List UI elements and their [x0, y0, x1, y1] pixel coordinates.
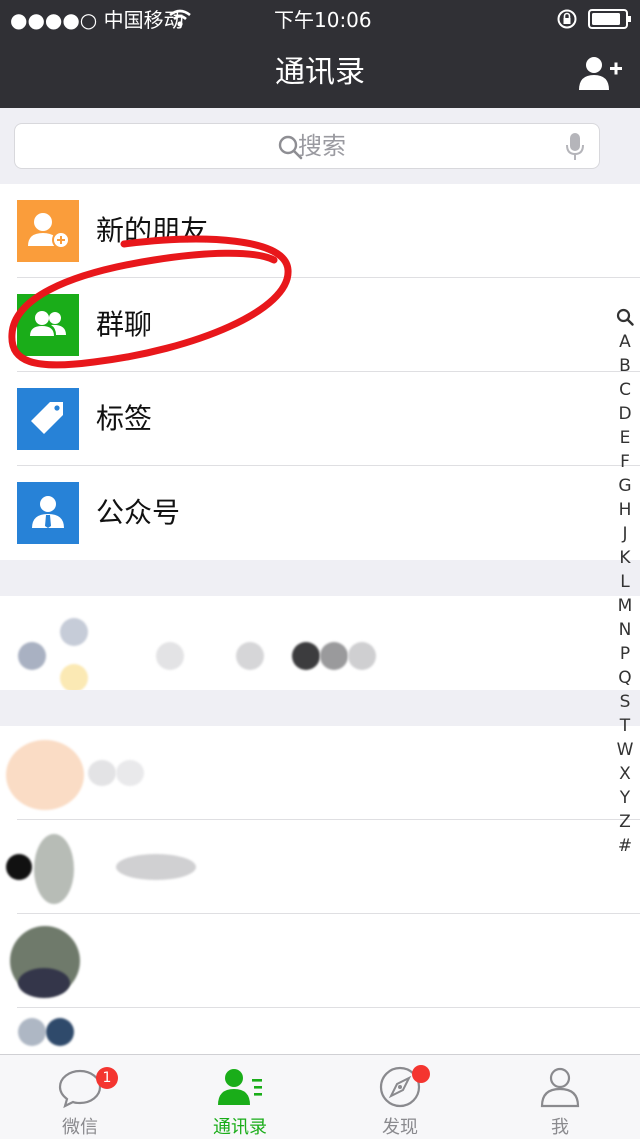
me-icon	[540, 1067, 580, 1108]
index-letter[interactable]: J	[612, 522, 638, 546]
index-letter[interactable]: L	[612, 570, 638, 594]
new-dot-badge	[412, 1065, 430, 1083]
index-letter[interactable]: X	[612, 762, 638, 786]
contact-row[interactable]	[0, 820, 640, 914]
index-letter[interactable]: C	[612, 378, 638, 402]
pixelated-avatar	[60, 618, 88, 646]
pixelated-name	[236, 642, 264, 670]
pixelated-avatar	[46, 1018, 74, 1046]
pixelated-avatar	[18, 1018, 46, 1046]
contact-row[interactable]	[0, 726, 640, 820]
add-contact-button[interactable]	[576, 54, 624, 94]
index-letter[interactable]: G	[612, 474, 638, 498]
official-accounts-row[interactable]: 公众号	[0, 466, 640, 560]
rotation-lock-icon	[557, 9, 577, 29]
index-letter[interactable]: N	[612, 618, 638, 642]
carrier-label: ●●●●○ 中国移动	[10, 8, 184, 32]
tab-contacts[interactable]: 通讯录	[160, 1055, 320, 1139]
add-friend-icon	[17, 200, 79, 262]
pixelated-name	[292, 642, 320, 670]
index-letter[interactable]: K	[612, 546, 638, 570]
contact-row[interactable]	[0, 1008, 640, 1054]
index-letter[interactable]: S	[612, 690, 638, 714]
pixelated-avatar	[18, 968, 70, 998]
clock: 下午10:06	[274, 8, 372, 32]
index-letter[interactable]: M	[612, 594, 638, 618]
tab-discover[interactable]: 发现	[320, 1055, 480, 1139]
battery-icon	[588, 9, 631, 29]
index-letter[interactable]: P	[612, 642, 638, 666]
function-list: 新的朋友 群聊 标签 公众号	[0, 184, 640, 560]
index-letter[interactable]: D	[612, 402, 638, 426]
contact-row[interactable]	[0, 596, 640, 692]
index-letter[interactable]: H	[612, 498, 638, 522]
tab-contacts-label: 通讯录	[213, 1117, 267, 1138]
index-letter[interactable]: Y	[612, 786, 638, 810]
official-account-icon	[17, 482, 79, 544]
pixelated-avatar	[6, 740, 84, 810]
pixelated-avatar	[60, 664, 88, 692]
pixelated-name	[88, 760, 116, 786]
nav-bar: 通讯录	[0, 40, 640, 108]
contact-row[interactable]	[0, 914, 640, 1008]
group-chat-row[interactable]: 群聊	[0, 278, 640, 372]
index-letter[interactable]: Q	[612, 666, 638, 690]
pixelated-name	[320, 642, 348, 670]
search-placeholder: 搜索	[298, 132, 346, 160]
index-search-icon[interactable]	[616, 308, 634, 326]
contacts-icon	[218, 1069, 262, 1105]
tab-chats-label: 微信	[62, 1117, 98, 1138]
section-header	[0, 690, 640, 726]
pixelated-avatar	[18, 642, 46, 670]
index-letter[interactable]: Z	[612, 810, 638, 834]
page-title: 通讯录	[275, 55, 365, 90]
tab-chats[interactable]: 1 微信	[0, 1055, 160, 1139]
index-letter[interactable]: E	[612, 426, 638, 450]
pixelated-name	[116, 854, 196, 880]
tab-discover-label: 发现	[382, 1117, 418, 1138]
wifi-icon	[169, 9, 191, 27]
tab-bar: 1 微信 通讯录 发现 我	[0, 1054, 640, 1139]
unread-badge: 1	[96, 1067, 118, 1089]
search-input[interactable]: 搜索	[14, 123, 600, 169]
tags-row[interactable]: 标签	[0, 372, 640, 466]
pixelated-name	[348, 642, 376, 670]
index-letter[interactable]: T	[612, 714, 638, 738]
index-letter[interactable]: B	[612, 354, 638, 378]
tab-me[interactable]: 我	[480, 1055, 640, 1139]
official-accounts-label: 公众号	[96, 496, 181, 529]
tab-me-label: 我	[551, 1117, 569, 1138]
pixelated-avatar	[6, 854, 32, 880]
tag-icon	[17, 388, 79, 450]
index-letter[interactable]: F	[612, 450, 638, 474]
group-chat-icon	[17, 294, 79, 356]
tags-label: 标签	[96, 402, 153, 435]
new-friends-label: 新的朋友	[96, 214, 209, 247]
pixelated-name	[116, 760, 144, 786]
index-letter[interactable]: #	[612, 834, 638, 858]
status-bar: ●●●●○ 中国移动 下午10:06	[0, 0, 640, 40]
pixelated-avatar	[34, 834, 74, 904]
alphabet-index[interactable]: A B C D E F G H J K L M N P Q S T W X Y …	[612, 308, 638, 858]
microphone-icon[interactable]	[565, 132, 585, 162]
group-chat-label: 群聊	[96, 308, 153, 341]
search-area: 搜索	[0, 108, 640, 185]
index-letter[interactable]: A	[612, 330, 638, 354]
new-friends-row[interactable]: 新的朋友	[0, 184, 640, 278]
index-letter[interactable]: W	[612, 738, 638, 762]
pixelated-name	[156, 642, 184, 670]
section-header	[0, 560, 640, 596]
